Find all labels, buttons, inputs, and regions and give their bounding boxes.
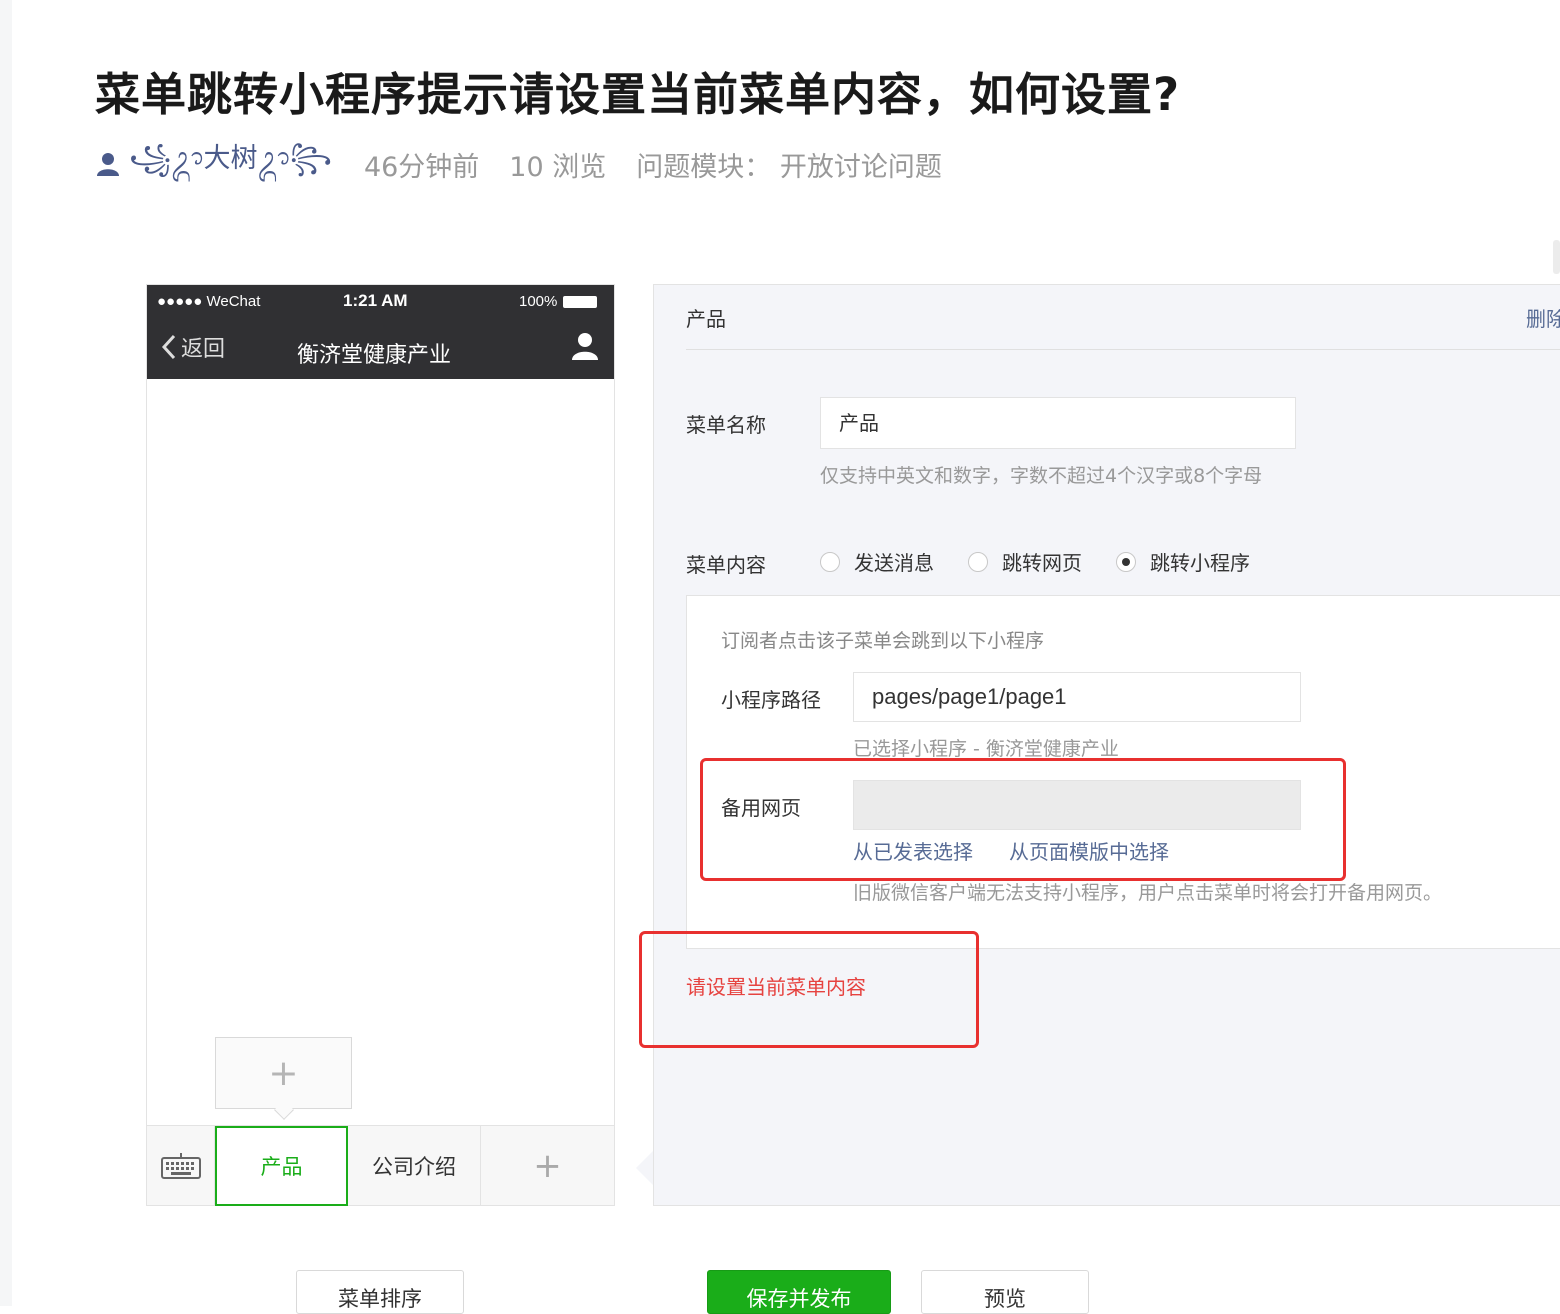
editor-header: 产品 <box>686 307 726 331</box>
user-icon <box>97 153 119 176</box>
backup-page-hint: 旧版微信客户端无法支持小程序，用户点击菜单时将会打开备用网页。 <box>853 882 1443 904</box>
miniprogram-intro: 订阅者点击该子菜单会跳到以下小程序 <box>721 630 1045 652</box>
editor-pointer <box>636 1150 654 1186</box>
menu-name-input[interactable]: 产品 <box>820 397 1296 449</box>
post-time: 46分钟前 <box>363 151 480 183</box>
highlight-box-backup <box>700 758 1346 881</box>
radio-send-message-label[interactable]: 发送消息 <box>854 547 934 576</box>
radio-jump-webpage[interactable] <box>968 551 988 572</box>
content-type-radio-group: 发送消息 跳转网页 跳转小程序 <box>820 547 1284 576</box>
menu-sort-button[interactable]: 菜单排序 <box>296 1270 464 1314</box>
author-link[interactable]: ꧁ᬊ大树ᬊ꧂ <box>129 136 332 192</box>
back-button[interactable]: 返回 <box>161 331 225 363</box>
keyboard-icon <box>160 1153 201 1179</box>
menu-name-label: 菜单名称 <box>686 413 766 437</box>
status-time: 1:21 AM <box>343 291 408 310</box>
add-menu-button[interactable]: + <box>481 1126 614 1206</box>
menu-editor-panel: 产品 删除 菜单名称 产品 仅支持中英文和数字，字数不超过4个汉字或8个字母 菜… <box>653 284 1560 1206</box>
battery-icon <box>563 295 598 308</box>
radio-jump-miniprogram[interactable] <box>1116 551 1136 572</box>
path-label: 小程序路径 <box>721 688 821 712</box>
account-title: 衡济堂健康产业 <box>297 343 452 368</box>
question-module[interactable]: 问题模块： 开放讨论问题 <box>636 145 942 184</box>
radio-jump-webpage-label[interactable]: 跳转网页 <box>1002 547 1082 576</box>
post-title: 菜单跳转小程序提示请设置当前菜单内容，如何设置? <box>95 68 1181 121</box>
radio-jump-miniprogram-label[interactable]: 跳转小程序 <box>1150 547 1250 576</box>
menu-tabbar: 产品 公司介绍 + <box>147 1125 614 1206</box>
page-left-gutter <box>0 0 12 1306</box>
highlight-box-error <box>639 931 979 1048</box>
selected-miniprogram: 已选择小程序 - 衡济堂健康产业 <box>853 738 1119 760</box>
status-battery: 100% <box>519 293 598 310</box>
delete-menu-link[interactable]: 删除 <box>1526 303 1560 332</box>
add-submenu-button[interactable]: + <box>215 1037 352 1109</box>
chat-area <box>147 379 614 1125</box>
menu-tab-company[interactable]: 公司介绍 <box>348 1126 481 1206</box>
keyboard-toggle[interactable] <box>147 1126 215 1206</box>
status-carrier: ●●●●● WeChat <box>157 293 261 310</box>
back-label: 返回 <box>181 337 226 362</box>
profile-icon[interactable] <box>570 331 600 361</box>
save-publish-button[interactable]: 保存并发布 <box>707 1270 891 1314</box>
phone-navbar: ●●●●● WeChat 1:21 AM 100% 返回 衡济堂健康产业 <box>147 285 614 379</box>
view-count: 10 浏览 <box>509 151 607 183</box>
menu-tab-product[interactable]: 产品 <box>215 1126 348 1206</box>
battery-percent: 100% <box>519 293 558 310</box>
chevron-left-icon <box>161 334 176 360</box>
scrollbar[interactable] <box>1553 240 1560 274</box>
post-meta: ꧁ᬊ大树ᬊ꧂ 46分钟前 10 浏览 问题模块： 开放讨论问题 <box>95 143 942 184</box>
header-divider <box>686 349 1560 350</box>
preview-button[interactable]: 预览 <box>921 1270 1089 1314</box>
phone-preview: ●●●●● WeChat 1:21 AM 100% 返回 衡济堂健康产业 + 产… <box>146 284 615 1206</box>
menu-content-label: 菜单内容 <box>686 553 766 577</box>
miniprogram-path-input[interactable]: pages/page1/page1 <box>853 672 1301 722</box>
radio-send-message[interactable] <box>820 551 840 572</box>
menu-name-hint: 仅支持中英文和数字，字数不超过4个汉字或8个字母 <box>820 465 1263 487</box>
